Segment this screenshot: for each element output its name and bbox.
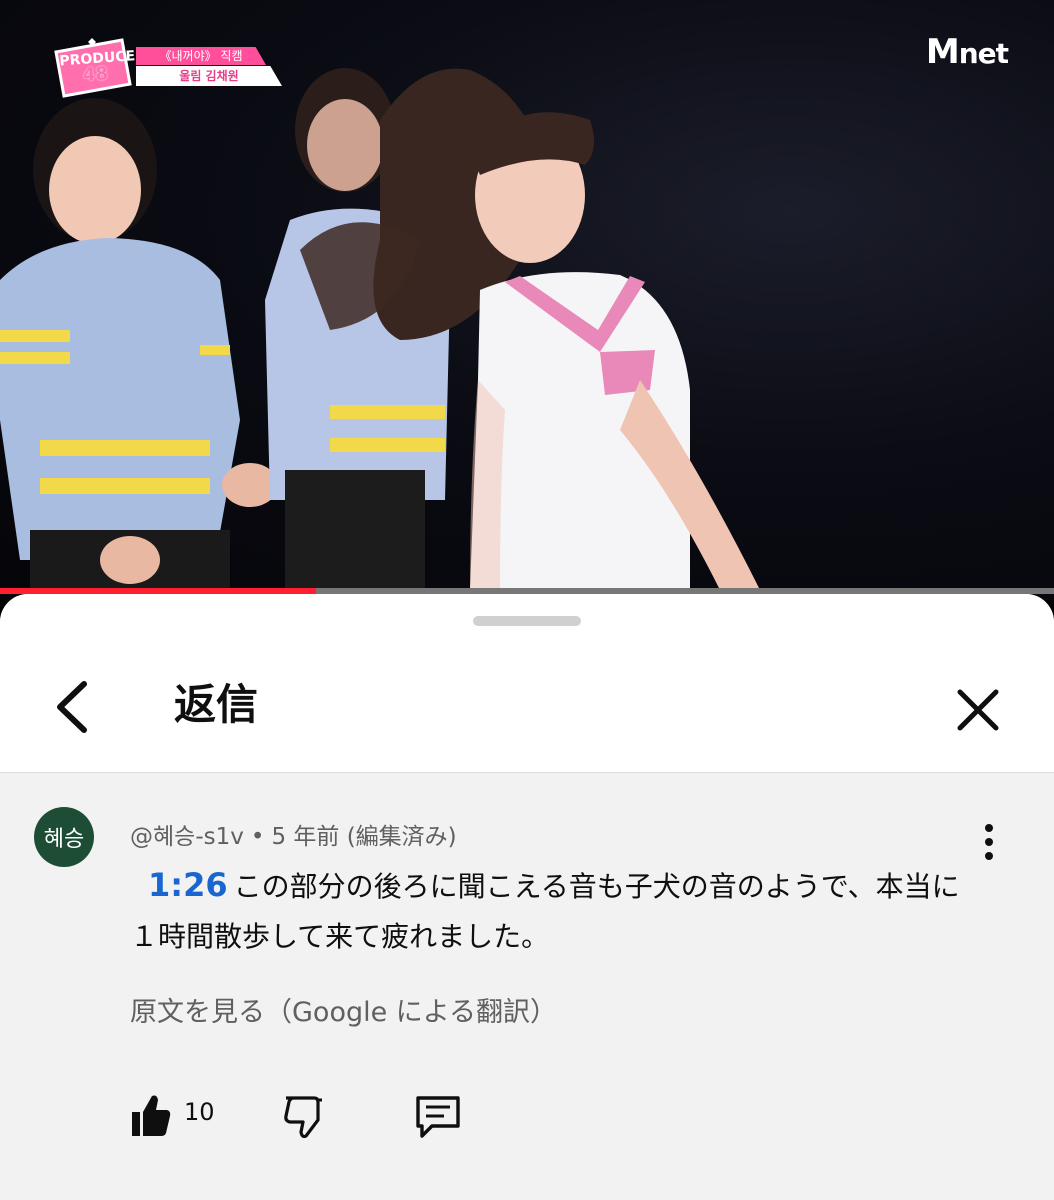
replies-sheet: 返信 혜승 @혜승-s1v • 5 年前 (編集済み) 1:26 この部分の後ろに聞こ… bbox=[0, 594, 1054, 1200]
video-player[interactable]: PRODUCE 48 《내꺼야》 직캠 울림 김채원 Mnet bbox=[0, 0, 1054, 600]
like-count: 10 bbox=[184, 1098, 215, 1126]
close-icon[interactable] bbox=[950, 682, 1006, 738]
meta-separator: • bbox=[250, 824, 265, 850]
drag-handle[interactable] bbox=[473, 616, 581, 626]
timestamp-link[interactable]: 1:26 bbox=[148, 866, 228, 904]
video-frame bbox=[0, 68, 760, 590]
comment-meta: @혜승-s1v • 5 年前 (編集済み) bbox=[130, 817, 457, 851]
more-vert-icon[interactable] bbox=[976, 822, 1002, 862]
edited-label: (編集済み) bbox=[346, 824, 457, 850]
comment-author[interactable]: @혜승-s1v bbox=[130, 824, 244, 850]
video-caption-name: 울림 김채원 bbox=[136, 66, 282, 86]
comment-body-text: この部分の後ろに聞こえる音も子犬の音のようで、本当に１時間散歩して来て疲れました… bbox=[130, 870, 960, 953]
sheet-header: 返信 bbox=[0, 594, 1054, 773]
thumbs-down-icon[interactable] bbox=[282, 1094, 324, 1140]
page-title: 返信 bbox=[174, 680, 259, 729]
chevron-left-icon[interactable] bbox=[48, 680, 98, 734]
comment-body: 1:26 この部分の後ろに聞こえる音も子犬の音のようで、本当に１時間散歩して来て疲… bbox=[130, 860, 980, 962]
reply-icon[interactable] bbox=[414, 1094, 462, 1140]
produce48-logo-text: PRODUCE 48 bbox=[58, 48, 136, 86]
see-original-link[interactable]: 原文を見る（Google による翻訳） bbox=[130, 990, 557, 1029]
avatar[interactable]: 혜승 bbox=[34, 807, 94, 867]
comment-item: 혜승 @혜승-s1v • 5 年前 (編集済み) 1:26 この部分の後ろに聞こえる音… bbox=[0, 772, 1054, 1200]
video-caption-title: 《내꺼야》 직캠 bbox=[136, 47, 266, 65]
comment-actions: 10 bbox=[0, 1092, 1054, 1152]
comment-age: 5 年前 bbox=[271, 824, 340, 850]
mnet-logo: Mnet bbox=[925, 32, 1009, 72]
thumbs-up-icon[interactable] bbox=[130, 1092, 172, 1138]
